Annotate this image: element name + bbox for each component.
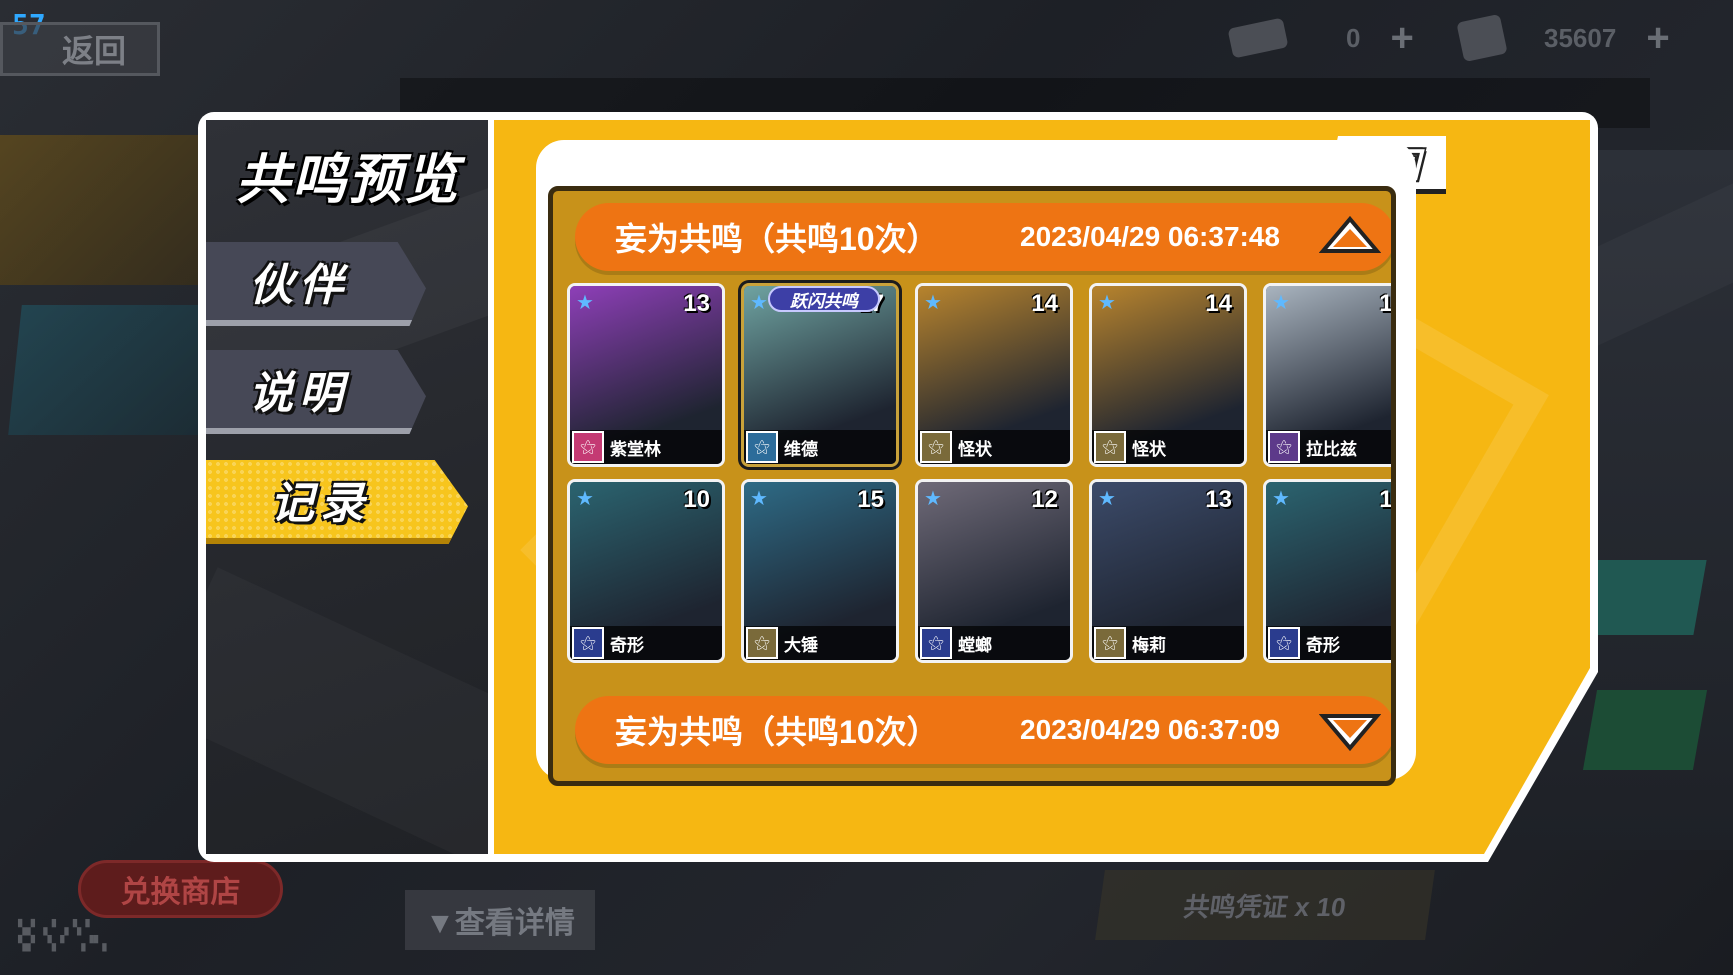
- partner-level: 12: [1031, 486, 1058, 513]
- partner-name-bar: ⚝ 奇形: [1266, 626, 1391, 660]
- partner-level: 13: [683, 290, 710, 317]
- tab-partners-label: 伙伴: [249, 261, 349, 310]
- partner-name-bar: ⚝ 大锤: [744, 626, 896, 660]
- partner-name: 梅莉: [1132, 635, 1166, 655]
- gold-emblem-icon: ⚝: [1094, 431, 1126, 463]
- partner-level: 15: [857, 486, 884, 513]
- partner-level: 14: [1205, 290, 1232, 317]
- record-time: 2023/04/29 06:37:09: [1020, 714, 1280, 745]
- partner-level: 12: [1379, 290, 1393, 317]
- star-icon: ★: [1272, 486, 1290, 510]
- expand-arrow-icon[interactable]: [1319, 708, 1381, 752]
- partner-level: 14: [1031, 290, 1058, 317]
- partner-name: 奇形: [610, 635, 644, 655]
- record-cards-grid: ★13⚝紫堂林★17跃闪共鸣⚝维德★14⚝怪状★14⚝怪状★12⚝拉比兹★10⚝…: [567, 283, 1391, 663]
- purple-emblem-icon: ⚝: [1268, 431, 1300, 463]
- resonance-preview-modal: 共鸣预览 伙伴 说明 记录 返回 妄为共鸣（共鸣10次） 2023/04/29 …: [198, 112, 1598, 862]
- partner-card[interactable]: ★17跃闪共鸣⚝维德: [741, 283, 899, 467]
- partner-card[interactable]: ★ 14 ⚝ 怪状: [915, 283, 1073, 467]
- star-icon: ★: [1098, 290, 1116, 314]
- partner-name-bar: ⚝ 奇形: [570, 626, 722, 660]
- blue-emblem-icon: ⚝: [746, 431, 778, 463]
- modal-sidebar: 共鸣预览 伙伴 说明 记录: [206, 120, 488, 854]
- blue-emblem-icon: ⚝: [572, 627, 604, 659]
- resource-coin-value: 35607: [1544, 22, 1617, 53]
- background-poster-left: [0, 135, 210, 285]
- partner-name-bar: ⚝ 梅莉: [1092, 626, 1244, 660]
- collapse-arrow-icon[interactable]: [1319, 215, 1381, 259]
- partner-name: 奇形: [1306, 635, 1340, 655]
- partner-level: 10: [683, 486, 710, 513]
- tab-description-label: 说明: [249, 369, 349, 418]
- resonance-ticket-label: 共鸣凭证 x 10: [1095, 870, 1435, 940]
- partner-level: 10: [1379, 486, 1393, 513]
- star-icon: ★: [924, 290, 942, 314]
- partner-level: 13: [1205, 486, 1232, 513]
- partner-card[interactable]: ★ 12 ⚝ 螳螂: [915, 479, 1073, 663]
- partner-name-bar: ⚝ 怪状: [1092, 430, 1244, 464]
- record-row-1[interactable]: 妄为共鸣（共鸣10次） 2023/04/29 06:37:48: [575, 203, 1391, 271]
- record-name: 妄为共鸣（共鸣10次）: [615, 221, 939, 257]
- coin-icon: [1456, 13, 1508, 63]
- star-icon: ★: [1098, 486, 1116, 510]
- partner-name: 紫堂林: [610, 439, 661, 459]
- record-list[interactable]: 妄为共鸣（共鸣10次） 2023/04/29 06:37:48 ★ 13 ⚝ 紫堂林 ★…: [548, 186, 1396, 786]
- partner-name-bar: ⚝ 拉比兹: [1266, 430, 1391, 464]
- partner-name: 维德: [784, 439, 818, 459]
- modal-title: 共鸣预览: [236, 150, 460, 210]
- top-back-button[interactable]: 返回: [0, 22, 160, 76]
- partner-name: 怪状: [1132, 439, 1166, 459]
- add-coin-button[interactable]: +: [1646, 16, 1669, 61]
- partner-name-bar: ⚝ 怪状: [918, 430, 1070, 464]
- partner-name: 怪状: [958, 439, 992, 459]
- blue-emblem-icon: ⚝: [920, 627, 952, 659]
- tab-records-label: 记录: [270, 479, 370, 528]
- tab-records[interactable]: 记录: [206, 460, 468, 544]
- record-name: 妄为共鸣（共鸣10次）: [615, 714, 939, 750]
- record-row-2[interactable]: 妄为共鸣（共鸣10次） 2023/04/29 06:37:09: [575, 696, 1391, 764]
- resource-coin: 35607 +: [1456, 13, 1670, 63]
- star-icon: ★: [576, 290, 594, 314]
- resource-ticket: 0 +: [1227, 16, 1414, 61]
- special-resonance-tag: 跃闪共鸣: [768, 286, 880, 312]
- tab-description[interactable]: 说明: [206, 350, 426, 434]
- partner-card[interactable]: ★ 10 ⚝ 奇形: [567, 479, 725, 663]
- gold-emblem-icon: ⚝: [1094, 627, 1126, 659]
- partner-card[interactable]: ★ 14 ⚝ 怪状: [1089, 283, 1247, 467]
- partner-name-bar: ⚝ 维德: [744, 430, 896, 464]
- partner-card[interactable]: ★ 13 ⚝ 梅莉: [1089, 479, 1247, 663]
- tab-partners[interactable]: 伙伴: [206, 242, 426, 326]
- star-icon: ★: [750, 486, 768, 510]
- star-icon: ★: [750, 290, 768, 314]
- partner-card[interactable]: ★ 13 ⚝ 紫堂林: [567, 283, 725, 467]
- partner-card[interactable]: ★ 15 ⚝ 大锤: [741, 479, 899, 663]
- blue-emblem-icon: ⚝: [1268, 627, 1300, 659]
- partner-name-bar: ⚝ 紫堂林: [570, 430, 722, 464]
- resource-ticket-value: 0: [1346, 22, 1361, 53]
- background-poster-left-2: [8, 305, 222, 435]
- record-row-3-peek[interactable]: [575, 783, 1395, 786]
- star-icon: ★: [924, 486, 942, 510]
- partner-name: 大锤: [784, 635, 818, 655]
- gold-emblem-icon: ⚝: [746, 627, 778, 659]
- exchange-shop-button[interactable]: 兑换商店: [78, 860, 283, 918]
- gold-emblem-icon: ⚝: [920, 431, 952, 463]
- view-details-button[interactable]: ▼查看详情: [405, 890, 595, 950]
- top-back-label: 返回: [61, 33, 126, 69]
- ticket-icon: [1227, 17, 1289, 59]
- record-time: 2023/04/29 06:37:48: [1020, 221, 1280, 252]
- background-logo-text: ▚▞ ▖▘▗▝▖▘ ▚▞ ▝▖▘ ▗▝▘▖: [18, 920, 111, 952]
- partner-card[interactable]: ★ 12 ⚝ 拉比兹: [1263, 283, 1393, 467]
- partner-name-bar: ⚝ 螳螂: [918, 626, 1070, 660]
- partner-name: 螳螂: [958, 635, 992, 655]
- add-ticket-button[interactable]: +: [1390, 16, 1413, 61]
- background-right-badge-2: [1582, 690, 1708, 770]
- partner-name: 拉比兹: [1306, 439, 1357, 459]
- star-icon: ★: [576, 486, 594, 510]
- pink-emblem-icon: ⚝: [572, 431, 604, 463]
- star-icon: ★: [1272, 290, 1290, 314]
- partner-card[interactable]: ★ 10 ⚝ 奇形: [1263, 479, 1393, 663]
